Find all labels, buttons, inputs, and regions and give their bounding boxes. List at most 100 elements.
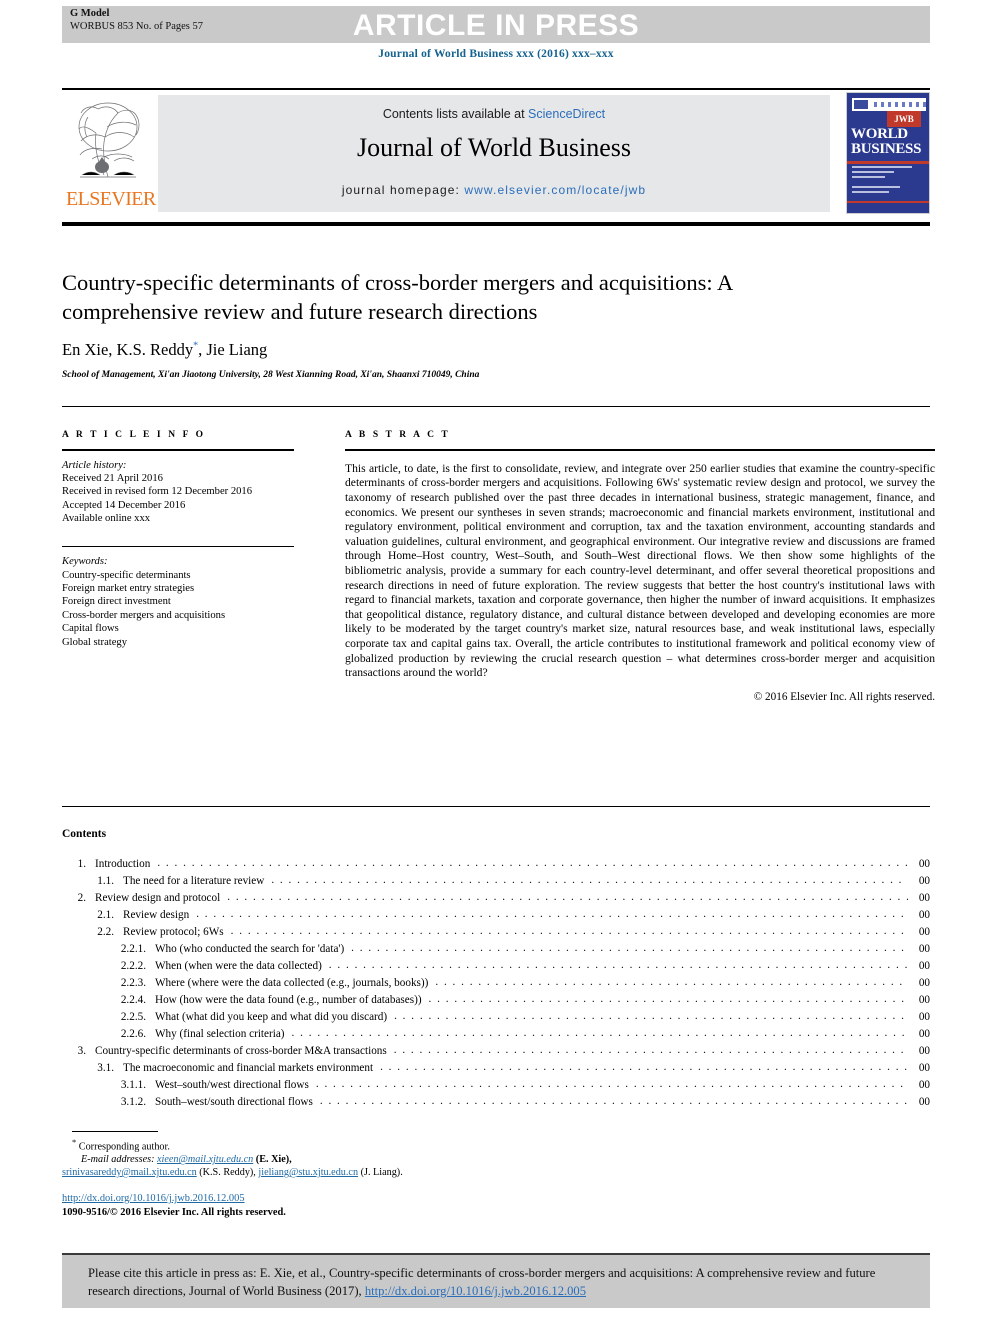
sciencedirect-link[interactable]: ScienceDirect: [528, 107, 605, 121]
toc-leader-dots: . . . . . . . . . . . . . . . . . . . . …: [393, 1045, 908, 1056]
keyword-item: Foreign market entry strategies: [62, 583, 195, 595]
toc-entry-number: 2.2.: [97, 926, 114, 938]
email-link-xie[interactable]: xieen@mail.xjtu.edu.cn: [157, 1154, 253, 1165]
toc-entry-page: 00: [918, 892, 930, 904]
email-addresses-line-2: srinivasareddy@mail.xjtu.edu.cn (K.S. Re…: [62, 1167, 532, 1180]
toc-entry[interactable]: 3.1. The macroeconomic and financial mark…: [62, 1062, 930, 1079]
toc-entry-label: Who (who conducted the search for 'data'…: [155, 943, 345, 955]
footnote-rule: [72, 1131, 158, 1133]
cover-text-block: [852, 166, 912, 196]
email-addresses-line: E-mail addresses: xieen@mail.xjtu.edu.cn…: [62, 1154, 532, 1167]
author-affiliation: School of Management, Xi'an Jiaotong Uni…: [62, 370, 480, 380]
article-info-rule: [62, 449, 294, 451]
journal-homepage-line: journal homepage: www.elsevier.com/locat…: [158, 183, 830, 197]
toc-entry[interactable]: 2.1. Review design . . . . . . . . . . . .…: [62, 909, 930, 926]
toc-entry-label: The macroeconomic and financial markets …: [123, 1062, 374, 1074]
toc-entry-page: 00: [918, 994, 930, 1006]
contents-available-line: Contents lists available at ScienceDirec…: [158, 107, 830, 121]
toc-entry[interactable]: 2.2.4. How (how were the data found (e.g.…: [62, 994, 930, 1011]
cover-publisher-mark: [854, 100, 868, 109]
toc-entry-number: 2.2.5.: [120, 1011, 146, 1023]
document-page: ARTICLE IN PRESS G Model WORBUS 853 No. …: [0, 0, 992, 1323]
toc-entry-page: 00: [918, 1045, 930, 1057]
masthead-panel: Contents lists available at ScienceDirec…: [158, 95, 830, 212]
elsevier-logo: ELSEVIER: [66, 95, 156, 213]
toc-entry-page: 00: [918, 1096, 930, 1108]
toc-entry-number: 2.: [77, 892, 86, 904]
journal-homepage-link[interactable]: www.elsevier.com/locate/jwb: [464, 183, 646, 197]
contents-heading: Contents: [62, 828, 107, 840]
toc-leader-dots: . . . . . . . . . . . . . . . . . . . . …: [394, 1011, 908, 1022]
doi-block: http://dx.doi.org/10.1016/j.jwb.2016.12.…: [62, 1192, 532, 1219]
keyword-item: Capital flows: [62, 623, 119, 635]
history-item: Available online xxx: [62, 513, 151, 525]
toc-leader-dots: . . . . . . . . . . . . . . . . . . . . …: [380, 1062, 908, 1073]
abstract-text: This article, to date, is the first to c…: [345, 461, 935, 680]
toc-entry-number: 1.: [77, 858, 86, 870]
toc-entry-label: Where (where were the data collected (e.…: [155, 977, 429, 989]
toc-entry[interactable]: 1. Introduction . . . . . . . . . . . . . …: [62, 858, 930, 875]
manuscript-stamp: G Model WORBUS 853 No. of Pages 57: [70, 8, 203, 33]
toc-entry-page: 00: [918, 926, 930, 938]
history-item: Accepted 14 December 2016: [62, 499, 186, 511]
cover-header-text-lines: [874, 102, 926, 107]
article-info-heading: A R T I C L E I N F O: [62, 430, 206, 440]
toc-entry-number: 2.2.3.: [120, 977, 146, 989]
email-link-reddy[interactable]: srinivasareddy@mail.xjtu.edu.cn: [62, 1167, 197, 1178]
email-label: E-mail addresses:: [81, 1154, 155, 1166]
toc-leader-dots: . . . . . . . . . . . . . . . . . . . . …: [319, 1096, 908, 1107]
toc-entry-page: 00: [918, 943, 930, 955]
toc-entry-label: Country-specific determinants of cross-b…: [95, 1045, 387, 1057]
toc-leader-dots: . . . . . . . . . . . . . . . . . . . . …: [351, 943, 908, 954]
toc-entry[interactable]: 3.1.2. South–west/south directional flows…: [62, 1096, 930, 1113]
toc-entry-label: How (how were the data found (e.g., numb…: [155, 994, 422, 1006]
abstract-heading: A B S T R A C T: [345, 430, 451, 440]
toc-entry-page: 00: [918, 858, 930, 870]
toc-entry-page: 00: [918, 960, 930, 972]
toc-entry[interactable]: 2.2.1. Who (who conducted the search for …: [62, 943, 930, 960]
toc-entry-page: 00: [918, 1079, 930, 1091]
toc-entry[interactable]: 2.2.5. What (what did you keep and what d…: [62, 1011, 930, 1028]
journal-citation-line: Journal of World Business xxx (2016) xxx…: [378, 48, 614, 60]
citation-doi-link[interactable]: http://dx.doi.org/10.1016/j.jwb.2016.12.…: [365, 1284, 586, 1298]
authors-primary: En Xie, K.S. Reddy: [62, 340, 194, 359]
cover-title-line2: BUSINESS: [851, 141, 922, 157]
footnote-block: * Corresponding author. E-mail addresses…: [62, 1136, 532, 1180]
cover-rule-top: [847, 161, 929, 164]
keywords-block: Keywords: Country-specific determinants …: [62, 555, 310, 649]
toc-entry-number: 2.2.4.: [120, 994, 146, 1006]
keyword-item: Foreign direct investment: [62, 596, 171, 608]
doi-link[interactable]: http://dx.doi.org/10.1016/j.jwb.2016.12.…: [62, 1193, 245, 1204]
toc-entry-number: 3.1.: [97, 1062, 114, 1074]
toc-entry-number: 3.: [77, 1045, 86, 1057]
toc-entry[interactable]: 3. Country-specific determinants of cross…: [62, 1045, 930, 1062]
toc-entry[interactable]: 1.1. The need for a literature review . . …: [62, 875, 930, 892]
toc-entry-number: 1.1.: [97, 875, 114, 887]
toc-entry-number: 2.2.6.: [120, 1028, 146, 1040]
email-owner-xie: (E. Xie),: [255, 1154, 292, 1166]
toc-leader-dots: . . . . . . . . . . . . . . . . . . . . …: [435, 977, 908, 988]
toc-entry[interactable]: 2.2.3. Where (where were the data collect…: [62, 977, 930, 994]
page-title: Country-specific determinants of cross-b…: [62, 270, 733, 324]
toc-entry[interactable]: 3.1.1. West–south/west directional flows.…: [62, 1079, 930, 1096]
toc-leader-dots: . . . . . . . . . . . . . . . . . . . . …: [227, 892, 908, 903]
toc-entry[interactable]: 2.2. Review protocol; 6Ws . . . . . . . . …: [62, 926, 930, 943]
citation-text: Please cite this article in press as: E.…: [88, 1264, 906, 1300]
toc-entry[interactable]: 2.2.2. When (when were the data collected…: [62, 960, 930, 977]
email-link-liang[interactable]: jieliang@stu.xjtu.edu.cn: [258, 1167, 358, 1178]
cover-title-line1: WORLD: [851, 126, 908, 142]
toc-entry[interactable]: 2.2.6. Why (final selection criteria) . . …: [62, 1028, 930, 1045]
article-info-column: A R T I C L E I N F O Article history: R…: [62, 430, 310, 649]
cover-badge: JWB: [887, 111, 921, 127]
toc-entry-page: 00: [918, 1011, 930, 1023]
toc-entry-label: Introduction: [95, 858, 151, 870]
toc-leader-dots: . . . . . . . . . . . . . . . . . . . . …: [291, 1028, 908, 1039]
history-item: Received 21 April 2016: [62, 473, 163, 484]
masthead-top-rule: [62, 88, 930, 90]
toc-entry-page: 00: [918, 875, 930, 887]
toc-leader-dots: . . . . . . . . . . . . . . . . . . . . …: [230, 926, 908, 937]
keywords-rule: [62, 545, 294, 548]
toc-entry[interactable]: 2. Review design and protocol . . . . . . …: [62, 892, 930, 909]
abstract-column: A B S T R A C T This article, to date, i…: [345, 430, 935, 703]
keyword-item: Cross-border mergers and acquisitions: [62, 609, 226, 621]
